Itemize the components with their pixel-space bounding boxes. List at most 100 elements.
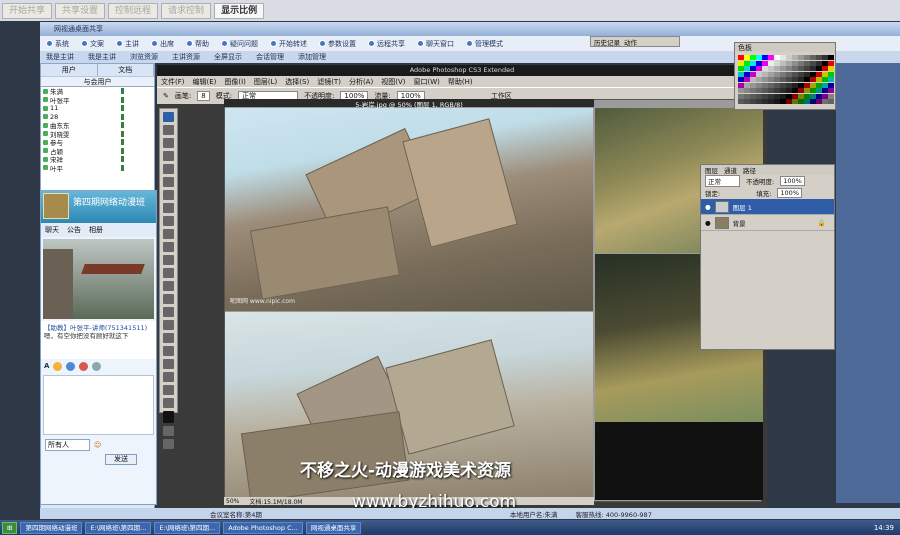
swatch-cell[interactable] (768, 71, 774, 77)
swatch-cell[interactable] (744, 55, 750, 60)
swatch-cell[interactable] (804, 82, 810, 88)
swatch-cell[interactable] (756, 77, 762, 82)
notes-tool-icon[interactable] (163, 359, 174, 369)
swatch-cell[interactable] (822, 60, 828, 66)
swatch-cell[interactable] (744, 71, 750, 77)
sub-item-2[interactable]: 浏览资源 (130, 52, 158, 62)
swatch-cell[interactable] (774, 66, 780, 71)
mask-mode-icon[interactable] (163, 426, 174, 436)
swatch-cell[interactable] (798, 88, 804, 93)
swatch-cell[interactable] (738, 66, 744, 71)
swatch-cell[interactable] (786, 55, 792, 60)
swatch-cell[interactable] (810, 66, 816, 71)
toolbar-docs[interactable]: 文案 (81, 39, 104, 49)
swatch-cell[interactable] (738, 71, 744, 77)
swatch-cell[interactable] (762, 71, 768, 77)
swatch-cell[interactable] (768, 66, 774, 71)
menu-file[interactable]: 文件(F) (161, 77, 185, 87)
swatch-cell[interactable] (774, 77, 780, 82)
swatch-cell[interactable] (744, 66, 750, 71)
swatch-cell[interactable] (756, 60, 762, 66)
swatch-cell[interactable] (816, 88, 822, 93)
swatch-cell[interactable] (804, 66, 810, 71)
swatch-cell[interactable] (816, 93, 822, 99)
tab-docs[interactable]: 文档 (97, 64, 154, 76)
swatch-cell[interactable] (756, 99, 762, 104)
swatch-cell[interactable] (822, 55, 828, 60)
stamp-tool-icon[interactable] (163, 229, 174, 239)
emoji-icon[interactable] (53, 361, 63, 371)
swatch-cell[interactable] (756, 82, 762, 88)
brush-tool-icon[interactable]: ✎ (163, 92, 169, 100)
fill-input[interactable]: 100% (777, 188, 802, 198)
swatch-cell[interactable] (774, 60, 780, 66)
swatch-cell[interactable] (768, 99, 774, 104)
swatch-cell[interactable] (738, 99, 744, 104)
tab-history[interactable]: 历史记录 (594, 37, 620, 47)
menu-layer[interactable]: 图层(L) (254, 77, 277, 87)
swatch-cell[interactable] (762, 88, 768, 93)
list-item[interactable]: 叶张平 (41, 96, 154, 105)
swatch-cell[interactable] (804, 88, 810, 93)
swatch-cell[interactable] (804, 71, 810, 77)
color-fg-icon[interactable] (163, 411, 174, 423)
taskbar-item[interactable]: Adobe Photoshop C... (223, 521, 303, 534)
swatch-cell[interactable] (798, 82, 804, 88)
swatch-cell[interactable] (756, 93, 762, 99)
font-icon[interactable]: A (44, 362, 49, 370)
swatch-cell[interactable] (792, 99, 798, 104)
swatch-cell[interactable] (774, 55, 780, 60)
swatch-cell[interactable] (822, 99, 828, 104)
smiley-icon[interactable]: ☺ (94, 441, 101, 449)
swatch-cell[interactable] (750, 71, 756, 77)
swatch-cell[interactable] (786, 93, 792, 99)
swatch-cell[interactable] (750, 88, 756, 93)
taskbar-item[interactable]: E:\网络班\第四期... (154, 521, 221, 534)
swatch-cell[interactable] (762, 55, 768, 60)
layer-row[interactable]: ● 背景 🔒 (701, 215, 834, 231)
swatch-cell[interactable] (744, 77, 750, 82)
request-control-button[interactable]: 请求控制 (161, 2, 212, 19)
toolbar-remote-share[interactable]: 远程共享 (368, 39, 405, 49)
dodge-tool-icon[interactable] (163, 294, 174, 304)
swatch-cell[interactable] (768, 93, 774, 99)
swatch-cell[interactable] (792, 55, 798, 60)
swatch-cell[interactable] (798, 77, 804, 82)
menu-view[interactable]: 视图(V) (381, 77, 405, 87)
list-item[interactable]: 叶平 (41, 164, 154, 173)
brush-size[interactable]: 8 (197, 91, 210, 101)
swatch-cell[interactable] (786, 99, 792, 104)
swatch-cell[interactable] (762, 93, 768, 99)
swatch-cell[interactable] (810, 55, 816, 60)
swatch-cell[interactable] (792, 93, 798, 99)
move-tool-icon[interactable] (163, 125, 174, 135)
user-group-header[interactable]: 与会用户 (41, 76, 154, 86)
zoom-tool-icon[interactable] (163, 398, 174, 408)
marquee-tool-icon[interactable] (163, 138, 174, 148)
swatch-cell[interactable] (786, 66, 792, 71)
swatch-cell[interactable] (792, 82, 798, 88)
swatch-cell[interactable] (816, 77, 822, 82)
swatch-cell[interactable] (750, 93, 756, 99)
brush-tool-icon-2[interactable] (163, 216, 174, 226)
swatch-cell[interactable] (780, 71, 786, 77)
taskbar-item[interactable]: 网视通桌面共享 (305, 521, 362, 534)
swatch-cell[interactable] (798, 99, 804, 104)
swatch-cell[interactable] (774, 71, 780, 77)
path-select-icon[interactable] (163, 333, 174, 343)
swatch-cell[interactable] (768, 82, 774, 88)
hand-tool-icon[interactable] (163, 385, 174, 395)
swatch-cell[interactable] (744, 88, 750, 93)
swatch-cell[interactable] (738, 60, 744, 66)
swatch-cell[interactable] (822, 88, 828, 93)
swatch-cell[interactable] (810, 77, 816, 82)
eraser-tool-icon[interactable] (163, 255, 174, 265)
list-item[interactable]: 11 (41, 104, 154, 113)
swatch-cell[interactable] (828, 71, 834, 77)
swatch-cell[interactable] (792, 71, 798, 77)
swatch-cell[interactable] (756, 88, 762, 93)
swatch-cell[interactable] (816, 99, 822, 104)
swatch-cell[interactable] (744, 82, 750, 88)
menu-image[interactable]: 图像(I) (224, 77, 246, 87)
taskbar-item[interactable]: 第四期网络动漫班 (20, 521, 83, 534)
